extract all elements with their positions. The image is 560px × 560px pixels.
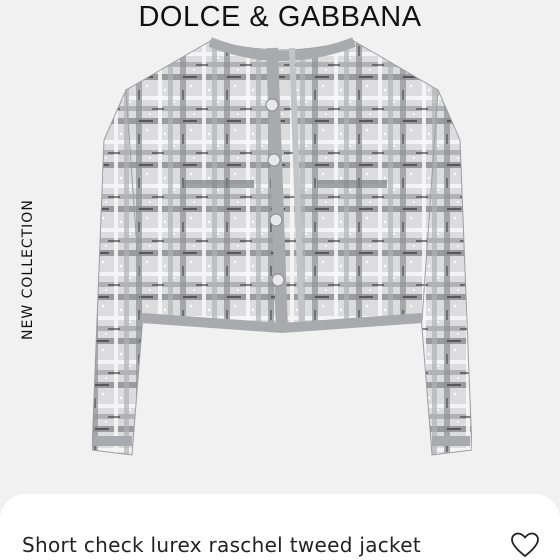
product-image[interactable] — [92, 30, 472, 470]
brand-logo: DOLCE & GABBANA — [138, 1, 422, 33]
heart-outline-icon[interactable] — [510, 531, 540, 559]
collection-label: NEW COLLECTION — [20, 199, 36, 340]
product-title: Short check lurex raschel tweed jacket — [22, 533, 421, 557]
product-page: DOLCE & GABBANA NEW COLLECTION Short che… — [0, 0, 560, 560]
